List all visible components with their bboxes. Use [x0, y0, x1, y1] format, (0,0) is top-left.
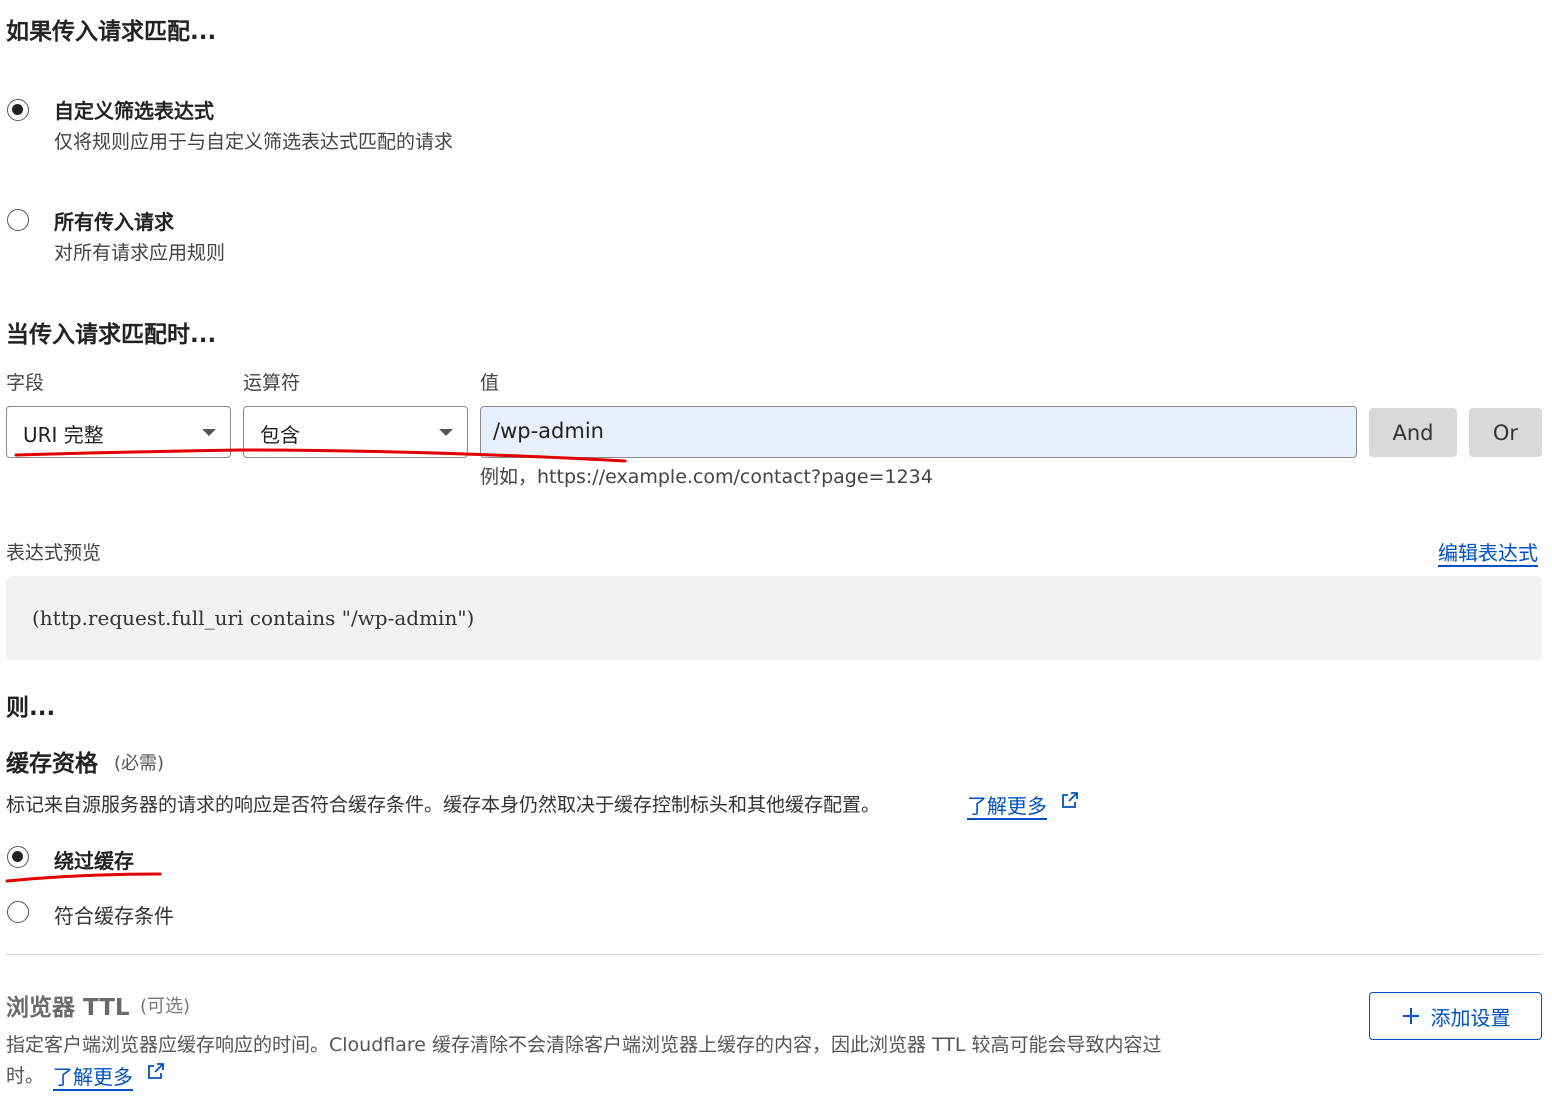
cache-eligibility-title: 缓存资格: [6, 751, 98, 777]
operator-select[interactable]: 包含: [243, 406, 468, 458]
radio-all-requests-desc: 对所有请求应用规则: [54, 242, 226, 264]
cache-desc: 标记来自源服务器的请求的响应是否符合缓存条件。缓存本身仍然取决于缓存控制标头和其…: [6, 794, 881, 816]
section-title-if-match: 如果传入请求匹配...: [6, 19, 217, 45]
and-button[interactable]: And: [1369, 408, 1457, 457]
radio-custom-filter-desc: 仅将规则应用于与自定义筛选表达式匹配的请求: [54, 131, 454, 153]
cache-learn-more-link[interactable]: 了解更多: [967, 790, 1047, 819]
edit-expression-link[interactable]: 编辑表达式: [1438, 537, 1538, 566]
radio-custom-filter[interactable]: [7, 99, 29, 121]
radio-bypass-cache[interactable]: [7, 846, 29, 868]
or-button[interactable]: Or: [1469, 408, 1542, 457]
external-link-icon[interactable]: [1060, 790, 1080, 810]
field-label: 字段: [6, 372, 45, 394]
expression-text: (http.request.full_uri contains "/wp-adm…: [32, 606, 475, 630]
annotation-underline-bypass: [5, 872, 162, 883]
field-select[interactable]: URI 完整: [6, 406, 231, 458]
radio-bypass-cache-label[interactable]: 绕过缓存: [54, 845, 134, 874]
value-label: 值: [480, 372, 500, 394]
divider: [6, 954, 1542, 955]
add-setting-label: 添加设置: [1430, 1005, 1511, 1030]
radio-all-requests-label[interactable]: 所有传入请求: [54, 206, 174, 235]
section-title-when-match: 当传入请求匹配时...: [6, 322, 217, 348]
radio-all-requests[interactable]: [7, 209, 29, 231]
browser-ttl-desc-line2: 时。: [6, 1065, 45, 1087]
preview-label: 表达式预览: [6, 542, 102, 564]
plus-icon: [1401, 1006, 1421, 1026]
operator-label: 运算符: [243, 372, 301, 394]
value-input-text: /wp-admin: [493, 419, 604, 443]
value-input[interactable]: /wp-admin: [480, 406, 1357, 458]
browser-ttl-title: 浏览器 TTL: [6, 995, 130, 1021]
cache-required-tag: (必需): [114, 753, 165, 774]
radio-eligible-cache-label[interactable]: 符合缓存条件: [54, 900, 174, 929]
add-setting-button[interactable]: 添加设置: [1369, 992, 1542, 1040]
expression-preview-box: (http.request.full_uri contains "/wp-adm…: [6, 576, 1542, 660]
radio-custom-filter-label[interactable]: 自定义筛选表达式: [54, 95, 214, 124]
section-title-then: 则...: [6, 695, 56, 721]
operator-select-value: 包含: [260, 423, 300, 447]
red-annotation-overlay: [5, 448, 627, 883]
caret-down-icon: [202, 429, 216, 436]
value-hint: 例如，https://example.com/contact?page=1234: [480, 466, 933, 488]
caret-down-icon: [439, 429, 453, 436]
external-link-icon[interactable]: [146, 1061, 166, 1081]
browser-ttl-desc-line1: 指定客户端浏览器应缓存响应的时间。Cloudflare 缓存清除不会清除客户端浏…: [6, 1034, 1162, 1056]
browser-ttl-optional-tag: (可选): [140, 996, 191, 1017]
field-select-value: URI 完整: [23, 423, 104, 447]
radio-eligible-cache[interactable]: [7, 901, 29, 923]
browser-ttl-learn-more-link[interactable]: 了解更多: [53, 1061, 133, 1090]
